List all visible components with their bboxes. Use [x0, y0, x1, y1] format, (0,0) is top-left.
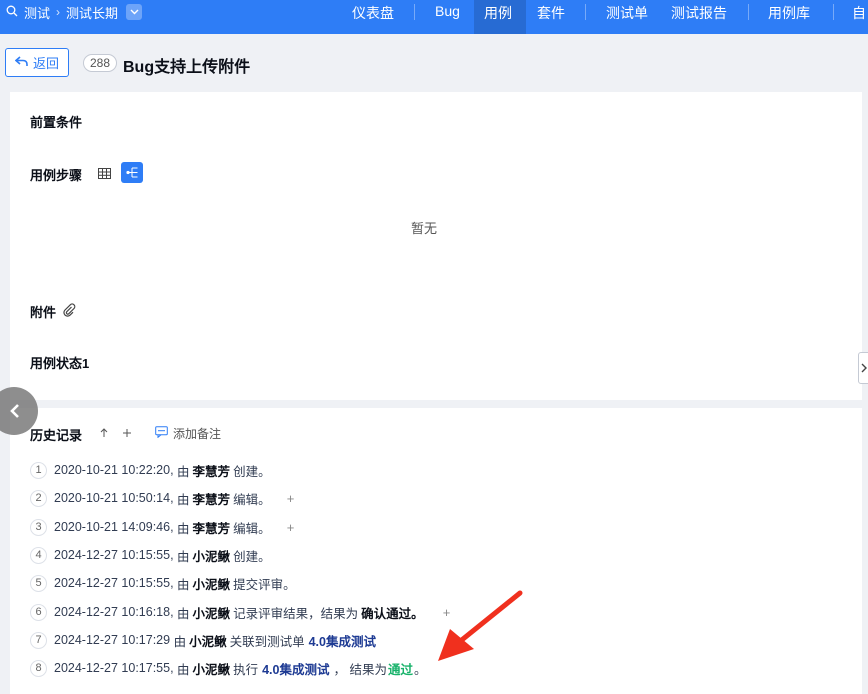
entry-number: 1 [30, 461, 47, 479]
entry-number: 3 [30, 518, 47, 536]
history-entry: 4 2024-12-27 10:15:55, 由 小泥鳅 创建。 [30, 545, 271, 565]
back-arrow-icon [14, 55, 28, 70]
entry-user: 小泥鳅 [192, 606, 231, 621]
case-status-label: 用例状态1 [30, 356, 90, 371]
nav-suite[interactable]: 套件 [537, 0, 565, 34]
testtask-link[interactable]: 4.0集成测试 [262, 659, 329, 678]
entry-user: 李慧芳 [192, 521, 231, 536]
entry-number: 8 [30, 659, 47, 677]
history-entry: 1 2020-10-21 10:22:20, 由 李慧芳 创建。 [30, 460, 271, 480]
entry-user: 小泥鳅 [192, 662, 231, 677]
expand-side-icon[interactable] [858, 352, 868, 384]
entry-user: 李慧芳 [192, 464, 231, 479]
breadcrumb-sub[interactable]: 测试长期 [66, 3, 118, 22]
entry-time: 2024-12-27 10:15:55, [54, 576, 174, 590]
entry-by: 由 [177, 464, 190, 479]
history-entry: 6 2024-12-27 10:16:18, 由 小泥鳅 记录评审结果，结果为 … [30, 602, 455, 622]
expand-all-icon[interactable] [119, 425, 135, 441]
entry-action: ， 结果为 [333, 662, 387, 677]
entry-number: 2 [30, 489, 47, 507]
entry-user: 小泥鳅 [189, 634, 227, 649]
entry-user: 李慧芳 [192, 492, 231, 507]
testtask-link[interactable]: 4.0集成测试 [309, 631, 376, 650]
history-title: 历史记录 [30, 428, 83, 443]
entry-end: 。 [413, 662, 427, 677]
entry-time: 2024-12-27 10:16:18, [54, 605, 174, 619]
history-entry: 3 2020-10-21 14:09:46, 由 李慧芳 编辑。 + [30, 517, 299, 537]
entry-time: 2020-10-21 10:22:20, [54, 463, 174, 477]
entry-by: 由 [177, 492, 190, 507]
back-button-label: 返回 [32, 56, 59, 71]
history-entry: 7 2024-12-27 10:17:29 由 小泥鳅 关联到测试单 4.0集成… [30, 630, 380, 650]
entry-action: 编辑。 [233, 521, 271, 536]
page-title: Bug支持上传附件 [123, 59, 251, 76]
steps-label: 用例步骤 [30, 168, 83, 183]
entry-number: 5 [30, 574, 47, 592]
nav-case[interactable]: 用例 [474, 0, 526, 34]
entry-action: 关联到测试单 [229, 634, 305, 649]
nav-testtask[interactable]: 测试单 [606, 0, 648, 34]
annotation-arrow [438, 590, 523, 661]
nav-bug[interactable]: Bug [435, 0, 460, 34]
entry-action: 创建。 [233, 549, 271, 564]
entry-by: 由 [177, 577, 190, 592]
top-navbar: 测试 › 测试长期 仪表盘 Bug 用例 套件 测试单 测试报告 用例库 自 [0, 0, 868, 34]
search-icon[interactable] [6, 5, 18, 20]
expand-entry-icon[interactable]: + [283, 490, 299, 506]
attachments-label: 附件 [30, 305, 57, 320]
precondition-label: 前置条件 [30, 115, 83, 130]
entry-time: 2024-12-27 10:15:55, [54, 548, 174, 562]
nav-testreport[interactable]: 测试报告 [671, 0, 727, 34]
entry-by: 由 [177, 662, 190, 677]
entry-number: 7 [30, 631, 47, 649]
nav-divider [414, 4, 415, 20]
entry-time: 2024-12-27 10:17:29 [54, 633, 171, 647]
result-pass-text: 通过 [387, 662, 413, 677]
nav-dashboard[interactable]: 仪表盘 [352, 0, 394, 34]
entry-time: 2020-10-21 10:50:14, [54, 491, 174, 505]
paperclip-icon[interactable] [61, 302, 77, 318]
case-detail-panel [10, 92, 862, 400]
history-entry: 5 2024-12-27 10:15:55, 由 小泥鳅 提交评审。 [30, 573, 296, 593]
add-note-button[interactable]: 添加备注 [155, 425, 221, 442]
entry-number: 6 [30, 603, 47, 621]
mindmap-view-icon[interactable] [121, 162, 143, 183]
nav-divider [833, 4, 834, 20]
entry-time: 2024-12-27 10:17:55, [54, 661, 174, 675]
entry-by: 由 [177, 521, 190, 536]
expand-entry-icon[interactable]: + [283, 519, 299, 535]
entry-by: 由 [173, 634, 187, 649]
entry-result: 确认通过。 [361, 606, 424, 621]
history-entry: 8 2024-12-27 10:17:55, 由 小泥鳅 执行 4.0集成测试 … [30, 658, 426, 678]
case-id-badge: 288 [83, 54, 118, 72]
entry-user: 小泥鳅 [192, 577, 231, 592]
chevron-right-icon: › [56, 5, 61, 19]
entry-by: 由 [177, 549, 190, 564]
entry-action: 创建。 [233, 464, 271, 479]
table-view-icon[interactable] [96, 166, 112, 180]
back-button[interactable]: 返回 [5, 48, 69, 77]
nav-caselib[interactable]: 用例库 [768, 0, 810, 34]
entry-time: 2020-10-21 14:09:46, [54, 520, 174, 534]
breadcrumb-project[interactable]: 测试 [24, 3, 50, 22]
steps-empty-text: 暂无 [411, 221, 438, 236]
nav-divider [748, 4, 749, 20]
entry-action: 记录评审结果，结果为 [233, 606, 359, 621]
chevron-down-icon[interactable] [126, 4, 143, 20]
entry-action: 执行 [233, 662, 259, 677]
entry-user: 小泥鳅 [192, 549, 231, 564]
nav-divider [585, 4, 586, 20]
entry-by: 由 [177, 606, 190, 621]
entry-action: 编辑。 [233, 492, 271, 507]
comment-icon [155, 426, 168, 441]
entry-action: 提交评审。 [233, 577, 296, 592]
add-note-label: 添加备注 [173, 427, 222, 441]
nav-more[interactable]: 自 [852, 0, 866, 34]
entry-number: 4 [30, 546, 47, 564]
history-entry: 2 2020-10-21 10:50:14, 由 李慧芳 编辑。 + [30, 488, 299, 508]
breadcrumb: 测试 › 测试长期 [6, 0, 143, 24]
sort-up-icon[interactable] [96, 425, 112, 441]
